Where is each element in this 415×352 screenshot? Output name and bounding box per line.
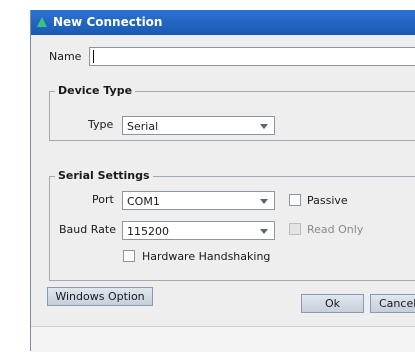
read-only-label: Read Only — [307, 223, 364, 236]
chevron-down-icon — [260, 229, 268, 234]
serial-settings-legend: Serial Settings — [55, 169, 153, 182]
baud-rate-select-value: 115200 — [127, 225, 169, 238]
windows-option-button[interactable]: Windows Option — [47, 287, 153, 306]
port-select[interactable]: COM1 — [122, 191, 275, 210]
passive-label: Passive — [307, 194, 348, 207]
type-select-value: Serial — [127, 120, 159, 133]
type-select[interactable]: Serial — [122, 116, 275, 135]
baud-rate-label: Baud Rate — [59, 223, 116, 236]
triangle-app-icon — [37, 17, 47, 27]
type-label: Type — [88, 118, 114, 131]
new-connection-dialog: New Connection Name Device Type Type Ser… — [30, 10, 415, 352]
chevron-down-icon — [260, 124, 268, 129]
chevron-down-icon — [260, 199, 268, 204]
name-input[interactable] — [89, 47, 415, 66]
dialog-footer — [31, 326, 415, 352]
baud-rate-select[interactable]: 115200 — [122, 221, 275, 240]
read-only-checkbox[interactable] — [289, 223, 301, 235]
hardware-handshaking-checkbox[interactable] — [123, 250, 135, 262]
dialog-title: New Connection — [53, 15, 163, 29]
text-caret — [93, 50, 94, 63]
ok-button[interactable]: Ok — [301, 294, 364, 313]
title-bar[interactable]: New Connection — [31, 10, 415, 35]
cancel-button[interactable]: Cancel — [370, 294, 415, 313]
port-select-value: COM1 — [127, 195, 160, 208]
port-label: Port — [92, 193, 114, 206]
device-type-legend: Device Type — [55, 84, 136, 97]
name-label: Name — [49, 50, 82, 63]
passive-checkbox[interactable] — [289, 194, 301, 206]
hardware-handshaking-label: Hardware Handshaking — [142, 250, 271, 263]
